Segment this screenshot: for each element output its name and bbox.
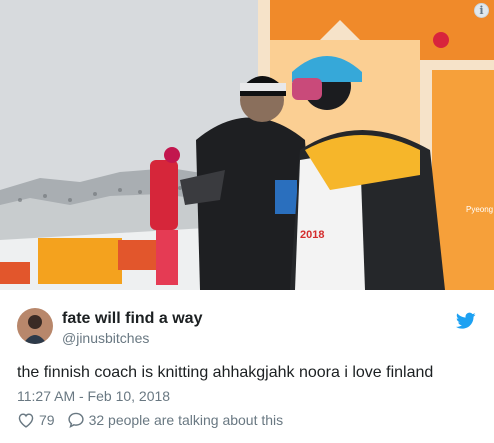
author-handle[interactable]: @jinusbitches (62, 330, 149, 346)
tweet-card: fate will find a way @jinusbitches the f… (0, 290, 494, 443)
talking-about-link[interactable]: 32 people are talking about this (89, 412, 284, 428)
olympic-bib-text: 2018 (300, 229, 324, 241)
twitter-bird-icon[interactable] (456, 312, 476, 330)
avatar[interactable] (17, 308, 53, 344)
speech-bubble-icon[interactable] (67, 412, 85, 428)
like-count[interactable]: 79 (39, 412, 55, 428)
tweet-text: the finnish coach is knitting ahhakgjahk… (17, 364, 434, 381)
photo-image: 2018 Pyeong (0, 0, 494, 290)
author-name[interactable]: fate will find a way (62, 310, 202, 328)
banner-text: Pyeong (466, 205, 493, 214)
heart-icon[interactable] (17, 412, 35, 428)
tweet-media-photo[interactable]: 2018 Pyeong i (0, 0, 494, 290)
tweet-timestamp[interactable]: 11:27 AM - Feb 10, 2018 (17, 388, 170, 404)
tweet-actions: 79 32 people are talking about this (17, 412, 283, 428)
info-icon[interactable]: i (474, 3, 489, 18)
